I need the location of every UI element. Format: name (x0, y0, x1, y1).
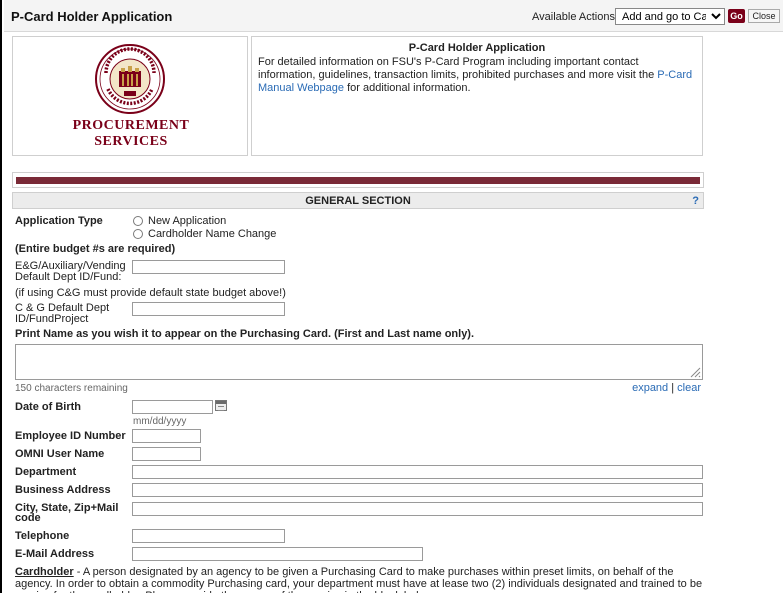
department-label: Department (15, 466, 77, 478)
cardholder-text: - A person designated by an agency to be… (15, 566, 703, 593)
expand-link[interactable]: expand (632, 382, 668, 394)
print-name-label: Print Name as you wish it to appear on t… (15, 328, 475, 340)
university-seal-icon (95, 44, 165, 114)
email-input[interactable] (132, 547, 423, 561)
go-button[interactable]: Go (728, 9, 745, 23)
city-state-zip-label-line2: code (15, 512, 41, 524)
procurement-logo-line2: SERVICES (94, 134, 168, 149)
info-title: P-Card Holder Application (408, 42, 546, 54)
print-name-textarea[interactable] (15, 344, 703, 380)
general-section-header: GENERAL SECTION ? (12, 192, 704, 209)
city-state-zip-input[interactable] (132, 502, 703, 516)
email-label: E-Mail Address (15, 548, 95, 560)
calendar-icon[interactable] (215, 400, 227, 411)
help-icon[interactable]: ? (692, 195, 699, 207)
budget-note: (Entire budget #s are required) (15, 243, 176, 255)
info-text-before: For detailed information on FSU's P-Card… (258, 56, 658, 81)
close-button[interactable]: Close (748, 9, 780, 23)
eg-dept-fund-input[interactable] (132, 260, 285, 274)
omni-user-input[interactable] (132, 447, 201, 461)
business-address-label: Business Address (15, 484, 111, 496)
cg-dept-fund-project-input[interactable] (132, 302, 285, 316)
employee-id-label: Employee ID Number (15, 430, 126, 442)
application-type-label: Application Type (15, 215, 103, 227)
dob-hint: mm/dd/yyyy (133, 416, 187, 427)
procurement-logo-line1: PROCUREMENT (72, 118, 190, 133)
eg-label-line2: Default Dept ID/Fund: (15, 271, 122, 283)
info-text-after: for additional information. (344, 82, 471, 94)
new-application-label: New Application (148, 215, 227, 227)
expand-clear-links: expand | clear (632, 382, 701, 394)
general-section-title: GENERAL SECTION (305, 195, 411, 207)
cardholder-name-change-label: Cardholder Name Change (148, 228, 277, 240)
divider-box (12, 172, 704, 188)
chars-remaining: 150 characters remaining (15, 383, 128, 394)
info-box: P-Card Holder Application For detailed i… (251, 36, 703, 156)
info-text: For detailed information on FSU's P-Card… (258, 56, 696, 95)
new-application-radio[interactable] (133, 216, 143, 226)
department-input[interactable] (132, 465, 703, 479)
cg-label-line2: ID/FundProject (15, 313, 89, 325)
resize-handle-icon[interactable] (689, 366, 701, 378)
clear-link[interactable]: clear (677, 382, 701, 394)
cardholder-name-change-radio[interactable] (133, 229, 143, 239)
cg-note: (if using C&G must provide default state… (15, 287, 286, 299)
page: P-Card Holder Application Available Acti… (0, 0, 783, 593)
employee-id-input[interactable] (132, 429, 201, 443)
dob-input[interactable] (132, 400, 213, 414)
omni-user-label: OMNI User Name (15, 448, 105, 460)
logo-box: PROCUREMENT SERVICES (12, 36, 248, 156)
available-actions-select[interactable]: Add and go to Cart (615, 8, 725, 25)
telephone-input[interactable] (132, 529, 285, 543)
cardholder-term: Cardholder (15, 566, 74, 578)
page-title: P-Card Holder Application (11, 9, 173, 24)
telephone-label: Telephone (15, 530, 70, 542)
header-bar: P-Card Holder Application Available Acti… (4, 0, 783, 32)
business-address-input[interactable] (132, 483, 703, 497)
link-separator: | (671, 382, 675, 394)
cardholder-description: Cardholder - A person designated by an a… (15, 566, 703, 593)
available-actions-label: Available Actions: (532, 11, 619, 23)
dob-label: Date of Birth (15, 401, 81, 413)
brand-divider-bar (16, 177, 700, 184)
